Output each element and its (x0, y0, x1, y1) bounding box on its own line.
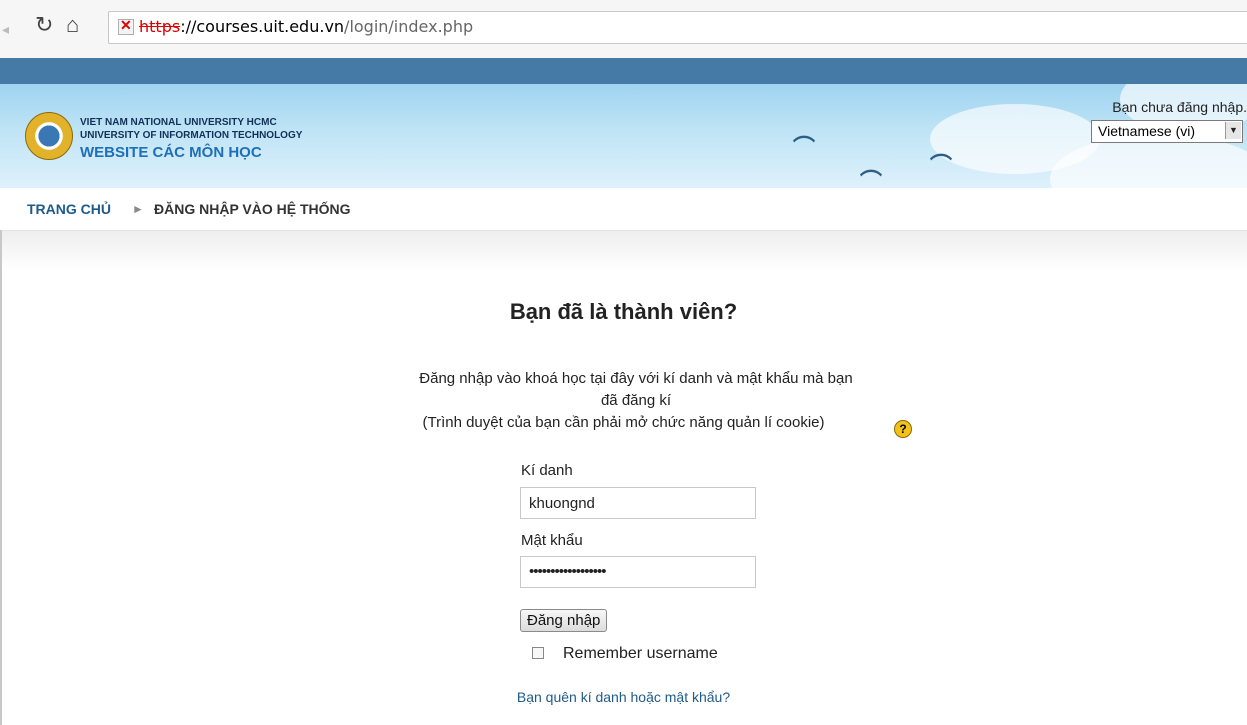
reload-icon[interactable]: ↻ (35, 14, 53, 36)
bird-icon: ⌒ (930, 153, 953, 178)
logo-line1: VIET NAM NATIONAL UNIVERSITY HCMC (80, 117, 277, 128)
language-select[interactable]: Vietnamese (vi) ▼ (1091, 120, 1243, 143)
logo-line2: UNIVERSITY OF INFORMATION TECHNOLOGY (80, 130, 303, 141)
username-label: Kí danh (521, 462, 573, 479)
browser-toolbar: ◂ ↻ ⌂ https://courses.uit.edu.vn/login/i… (0, 0, 1247, 59)
remember-username-checkbox[interactable] (532, 647, 544, 659)
home-icon[interactable]: ⌂ (66, 14, 79, 36)
url-scheme: https (139, 17, 181, 36)
url-host: ://courses.uit.edu.vn (180, 17, 345, 36)
login-button[interactable]: Đăng nhập (520, 609, 608, 632)
password-value: •••••••••••••••••• (529, 563, 607, 580)
login-status: Bạn chưa đăng nhập. (1112, 99, 1247, 115)
password-field[interactable]: •••••••••••••••••• (520, 556, 756, 588)
breadcrumb-current: ĐĂNG NHẬP VÀO HỆ THỐNG (154, 201, 351, 217)
language-selected: Vietnamese (vi) (1098, 123, 1196, 139)
login-description-line1: Đăng nhập vào khoá học tại đây với kí da… (419, 370, 853, 387)
url-path: /login/index.php (344, 17, 474, 36)
breadcrumb-separator-icon: ► (132, 202, 144, 216)
forgot-password-link[interactable]: Bạn quên kí danh hoặc mật khẩu? (0, 689, 1247, 705)
university-logo-icon[interactable] (25, 112, 73, 160)
cookie-notice: (Trình duyệt của bạn cần phải mở chức nă… (422, 414, 825, 431)
password-label: Mật khẩu (521, 532, 583, 549)
username-value: khuongnd (529, 495, 595, 512)
remember-username-label[interactable]: Remember username (563, 645, 718, 663)
address-bar[interactable]: https://courses.uit.edu.vn/login/index.p… (108, 11, 1247, 44)
bird-icon: ⌒ (860, 169, 883, 188)
site-title[interactable]: WEBSITE CÁC MÔN HỌC (80, 144, 262, 161)
chevron-down-icon[interactable]: ▼ (1225, 122, 1241, 139)
breadcrumb-home-link[interactable]: TRANG CHỦ (27, 201, 111, 217)
back-arrow-icon[interactable]: ◂ (2, 18, 9, 40)
bird-icon: ⌒ (793, 135, 816, 160)
url-text[interactable]: https://courses.uit.edu.vn/login/index.p… (139, 17, 473, 36)
help-icon[interactable]: ? (894, 420, 912, 438)
username-field[interactable]: khuongnd (520, 487, 756, 519)
login-description-line2: đã đăng kí (600, 392, 672, 409)
site-header: ⌒ ⌒ ⌒ VIET NAM NATIONAL UNIVERSITY HCMC … (0, 84, 1247, 188)
site-topbar (0, 58, 1247, 84)
page-title: Bạn đã là thành viên? (509, 299, 738, 324)
insecure-lock-icon[interactable] (118, 17, 134, 35)
content-shadow (0, 231, 1247, 271)
breadcrumb: TRANG CHỦ ► ĐĂNG NHẬP VÀO HỆ THỐNG (0, 188, 1247, 231)
